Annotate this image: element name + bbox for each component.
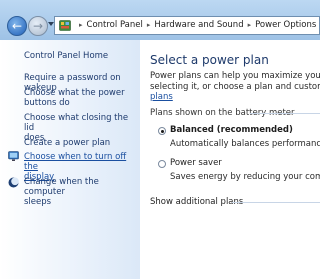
sidebar: Control Panel Home Require a password on… (0, 40, 140, 279)
control-panel-icon (59, 20, 71, 31)
sidebar-item-create-power-plan[interactable]: Create a power plan (24, 138, 134, 148)
breadcrumb-control-panel[interactable]: Control Panel (87, 20, 143, 30)
sidebar-item-computer-sleeps[interactable]: Change when the computer sleeps (24, 177, 134, 207)
additional-plans-divider (232, 202, 320, 203)
plan-power-saver-name[interactable]: Power saver (170, 158, 222, 168)
intro-text: Power plans can help you maximize your c… (150, 71, 320, 103)
sidebar-item-power-buttons[interactable]: Choose what the power buttons do (24, 88, 134, 108)
back-button[interactable]: ← (7, 16, 27, 36)
power-saver-radio[interactable] (158, 160, 166, 168)
sidebar-control-panel-home[interactable]: Control Panel Home (24, 51, 134, 61)
group-divider (250, 113, 320, 114)
sleep-moon-icon (8, 177, 19, 188)
balanced-radio[interactable] (158, 127, 166, 135)
main-content: Select a power plan Power plans can help… (140, 40, 320, 279)
breadcrumb: ▸ Control Panel ▸ Hardware and Sound ▸ Power … (75, 17, 316, 34)
breadcrumb-separator-icon: ▸ (79, 21, 83, 29)
page-title: Select a power plan (150, 53, 269, 67)
breadcrumb-hardware-and-sound[interactable]: Hardware and Sound (154, 20, 243, 30)
forward-arrow-icon: → (32, 19, 44, 33)
window-titlebar: ← → ▸ Control Panel ▸ Hardware and Sound ▸ Po… (0, 0, 320, 40)
plans-link[interactable]: plans (150, 92, 320, 103)
plan-balanced-name[interactable]: Balanced (recommended) (170, 125, 293, 135)
forward-button[interactable]: → (28, 16, 48, 36)
address-bar[interactable]: ▸ Control Panel ▸ Hardware and Sound ▸ Power … (54, 16, 320, 35)
back-arrow-icon: ← (11, 19, 23, 33)
breadcrumb-power-options[interactable]: Power Options (255, 20, 316, 30)
plan-power-saver-description: Saves energy by reducing your computer's… (170, 172, 320, 182)
plan-balanced-description: Automatically balances performance with … (170, 139, 320, 149)
show-additional-plans-toggle[interactable]: Show additional plans (150, 197, 243, 207)
breadcrumb-separator-icon[interactable]: ▸ (147, 21, 151, 29)
display-icon (8, 151, 19, 161)
breadcrumb-separator-icon[interactable]: ▸ (248, 21, 252, 29)
